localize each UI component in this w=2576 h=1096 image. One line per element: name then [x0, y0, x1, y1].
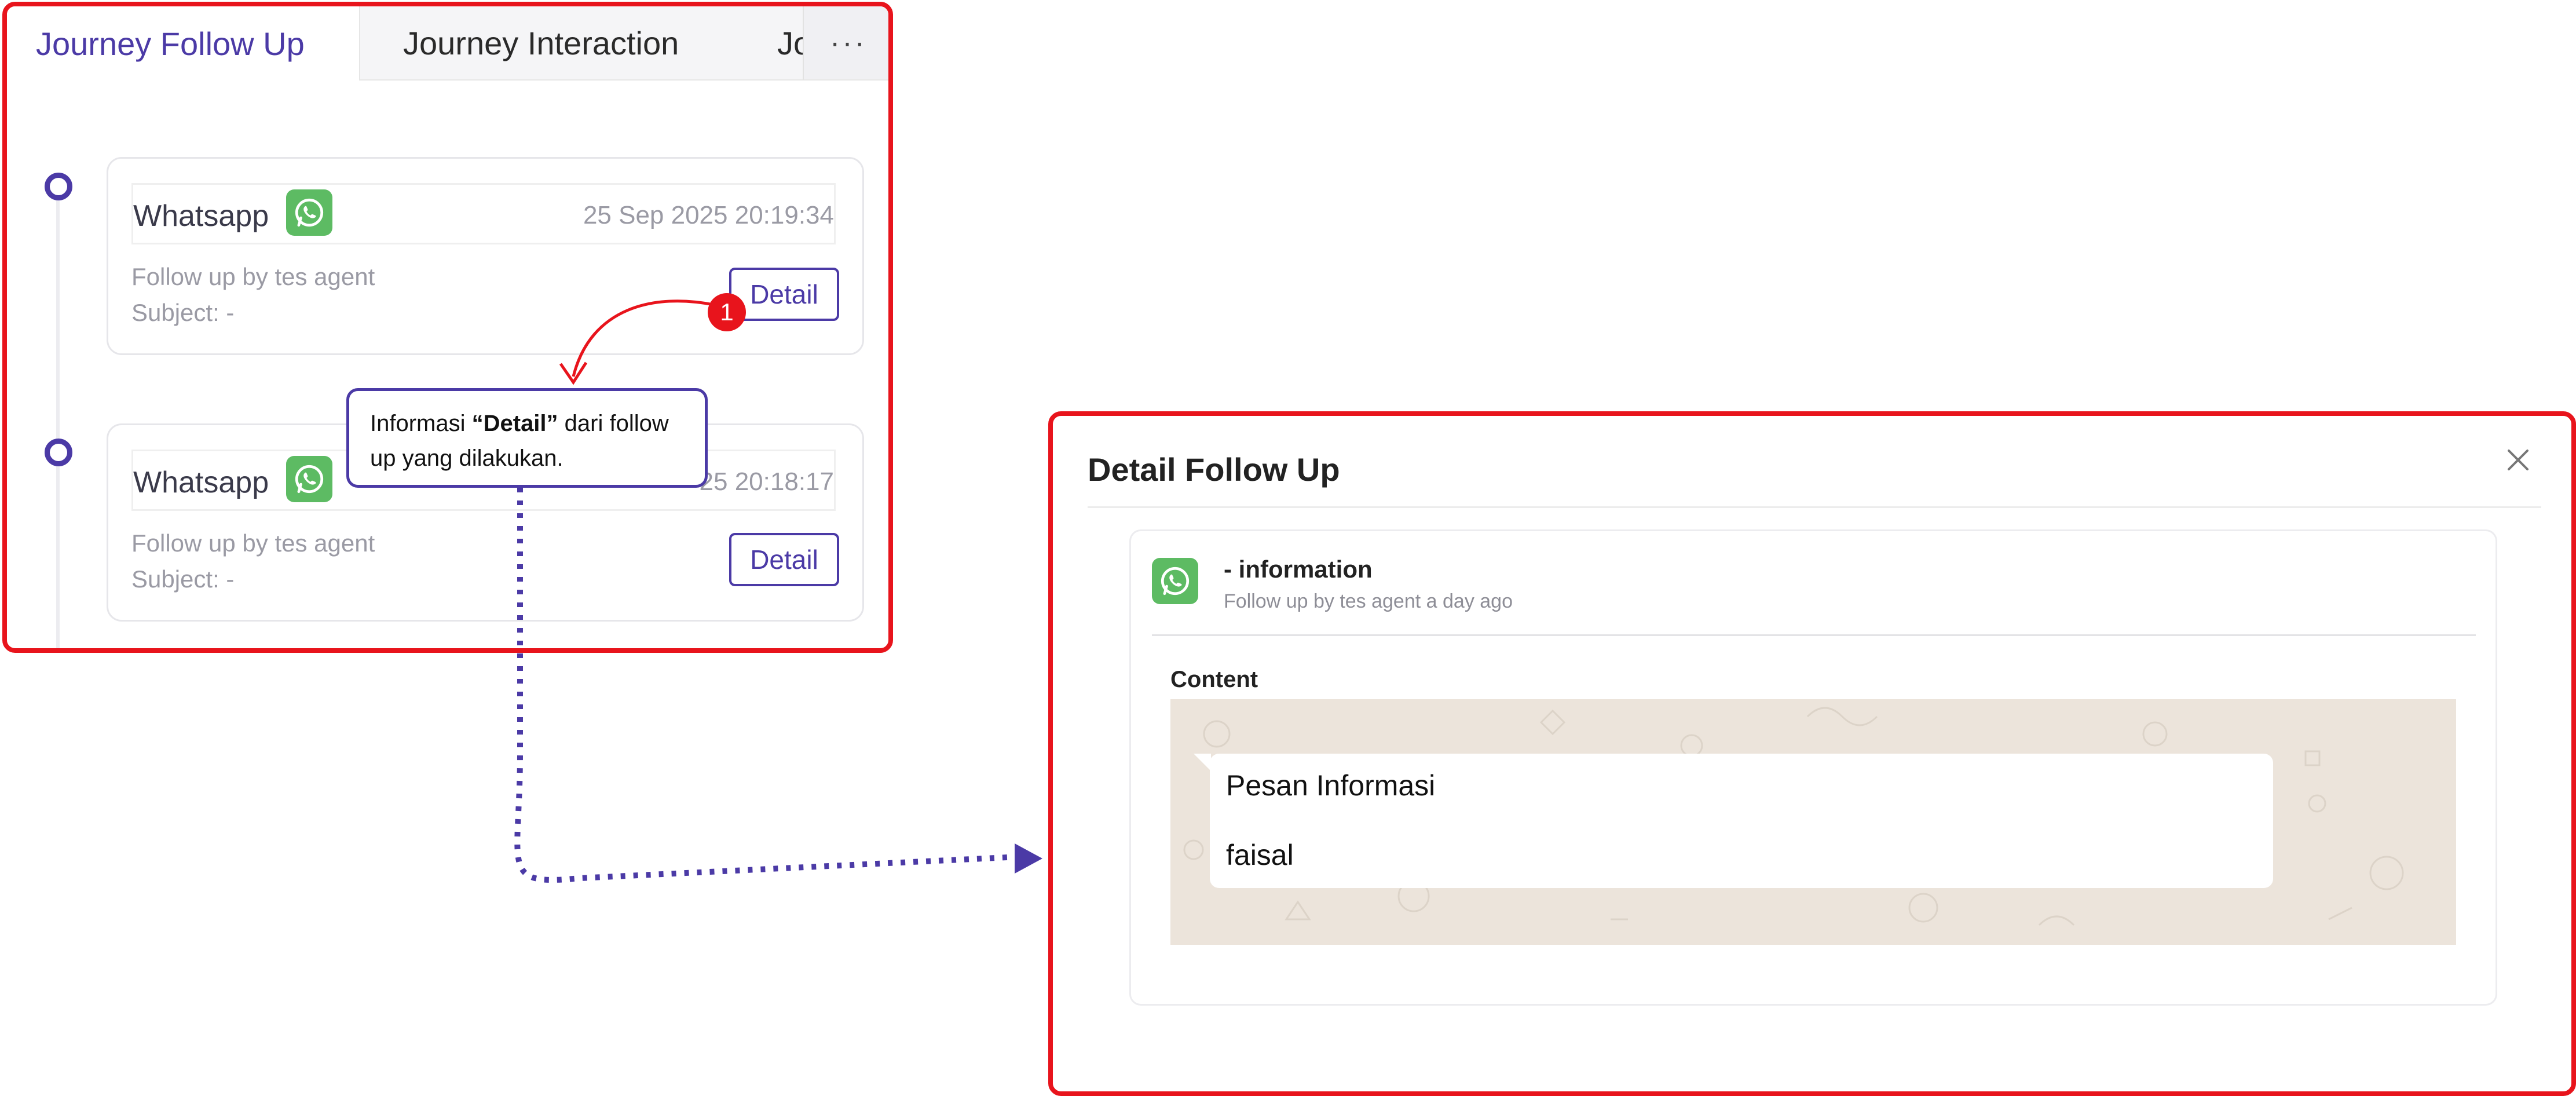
red-pointer-arrow [572, 299, 714, 377]
followup-message-card: - information Follow up by tes agent a d… [1129, 529, 2497, 1006]
dotted-connector [514, 488, 1008, 883]
callout-text-bold: “Detail” [471, 411, 558, 436]
modal-divider [1088, 506, 2541, 508]
content-label: Content [1170, 667, 1258, 692]
card-divider [1152, 634, 2476, 636]
bubble-line-1: Pesan Informasi [1226, 769, 1436, 802]
message-subtitle: Follow up by tes agent a day ago [1224, 590, 1513, 612]
close-icon[interactable] [2501, 443, 2535, 477]
chat-background: Pesan Informasi faisal [1170, 699, 2456, 945]
bubble-tail [1194, 754, 1211, 771]
bubble-line-2: faisal [1226, 839, 1294, 871]
message-bubble: Pesan Informasi faisal [1210, 754, 2273, 888]
detail-followup-modal: Detail Follow Up - information Follow up… [1048, 411, 2576, 1096]
whatsapp-icon [1152, 558, 1198, 604]
modal-title: Detail Follow Up [1088, 451, 1340, 488]
dotted-connector-head [1015, 843, 1042, 874]
step-badge: 1 [708, 293, 746, 331]
callout-text-before: Informasi [370, 411, 472, 436]
message-title: - information [1224, 556, 1373, 583]
annotation-callout: Informasi “Detail” dari follow up yang d… [346, 388, 708, 488]
